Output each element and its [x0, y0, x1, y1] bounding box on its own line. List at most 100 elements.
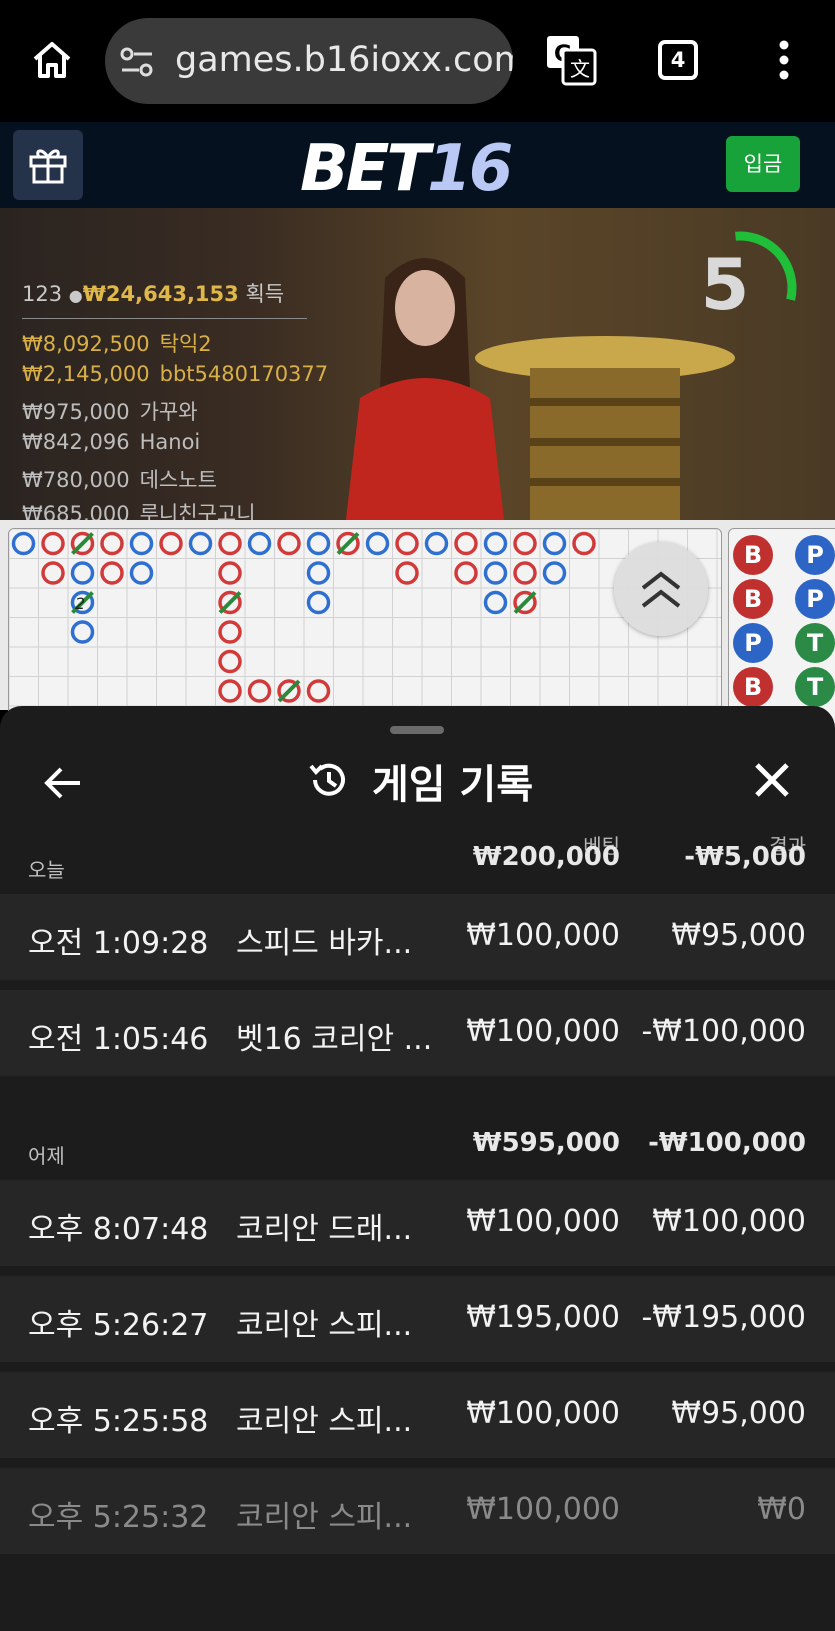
address-bar[interactable]: games.b16ioxx.com/l — [105, 18, 513, 104]
total-winnings: ₩24,643,153 — [82, 282, 239, 306]
day-label: 어제 — [28, 1144, 65, 1168]
entry-amount: ₩2,145,000 — [22, 362, 150, 386]
history-row[interactable]: 오전 1:05:46 벳16 코리안 ... ₩100,000 -₩100,000 — [0, 990, 835, 1076]
player-bead — [70, 561, 95, 585]
banker-bead — [395, 531, 419, 556]
banker-bead — [218, 649, 242, 674]
banker-bead — [454, 531, 478, 556]
bead-plate-cell: P — [733, 623, 773, 663]
person-icon: ● — [68, 286, 83, 305]
row-result: -₩100,000 — [641, 1014, 806, 1049]
leaderboard-entry: ₩975,000 가꾸와 — [22, 396, 198, 426]
banker-bead — [41, 561, 65, 585]
day-result-total: -₩5,000 — [684, 842, 806, 872]
leaderboard-entry: ₩842,096 Hanoi — [22, 430, 200, 454]
history-row[interactable]: 오전 1:09:28 스피드 바카... ₩100,000 ₩95,000 — [0, 894, 835, 980]
tie-count: 2 — [75, 594, 85, 613]
home-icon[interactable] — [30, 38, 74, 82]
banker-bead — [572, 531, 596, 556]
expand-roadmap-button[interactable] — [614, 542, 708, 636]
bead-plate-cell: P — [795, 579, 835, 619]
player-bead — [70, 620, 95, 644]
row-time: 오후 5:26:27 — [28, 1308, 209, 1343]
leaderboard-entry: ₩685,000 루니친구고니 — [22, 498, 256, 520]
history-row[interactable]: 오후 5:25:58 코리안 스피... ₩100,000 ₩95,000 — [0, 1372, 835, 1458]
gift-button[interactable] — [13, 130, 83, 200]
banker-bead — [100, 531, 124, 556]
chevron-double-up-icon — [639, 568, 683, 612]
row-result: ₩95,000 — [671, 1396, 806, 1431]
row-game: 스피드 바카... — [236, 926, 413, 961]
banker-bead — [218, 561, 242, 585]
leaderboard-entry: ₩2,145,000 bbt5480170377 — [22, 362, 328, 386]
history-row[interactable]: 오후 5:25:32 코리안 스피... ₩100,000 ₩0 — [0, 1468, 835, 1554]
bead-plate-cell: T — [795, 667, 835, 707]
back-arrow-icon[interactable] — [42, 762, 84, 804]
bead-plate-cell: P — [795, 535, 835, 575]
row-game: 코리안 스피... — [236, 1404, 413, 1439]
day-bet-total: ₩200,000 — [472, 842, 620, 872]
row-time: 오후 5:25:32 — [28, 1500, 209, 1535]
history-row[interactable]: 오후 8:07:48 코리안 드래... ₩100,000 ₩100,000 — [0, 1180, 835, 1266]
row-result: ₩95,000 — [671, 918, 806, 953]
bead-plate-cell: B — [733, 535, 773, 575]
row-time: 오후 5:25:58 — [28, 1404, 209, 1439]
player-bead — [542, 531, 567, 556]
logo-16: 16 — [427, 132, 513, 206]
player-bead — [129, 561, 154, 585]
countdown-number: 5 — [700, 244, 750, 326]
banker-bead — [159, 531, 183, 556]
banker-bead — [41, 531, 65, 556]
banker-bead — [513, 531, 537, 556]
row-game: 코리안 드래... — [236, 1212, 413, 1247]
bead-plate: BPBPPTBT — [728, 528, 835, 730]
more-vert-icon[interactable] — [772, 40, 796, 80]
entry-name: 가꾸와 — [139, 400, 198, 424]
entry-amount: ₩780,000 — [22, 468, 130, 492]
player-bead — [306, 531, 331, 556]
history-row[interactable]: 오후 5:26:27 코리안 스피... ₩195,000 -₩195,000 — [0, 1276, 835, 1362]
row-time: 오전 1:09:28 — [28, 926, 209, 961]
row-result: ₩0 — [757, 1492, 806, 1527]
gift-icon — [27, 143, 69, 185]
player-bead — [188, 531, 213, 556]
banker-bead — [306, 679, 331, 703]
table-decor — [470, 318, 740, 520]
tabs-icon[interactable]: 4 — [658, 40, 698, 80]
row-game: 코리안 스피... — [236, 1308, 413, 1343]
drag-handle[interactable] — [390, 726, 444, 734]
row-result: -₩195,000 — [641, 1300, 806, 1335]
url-text[interactable]: games.b16ioxx.com/l — [175, 40, 513, 80]
player-bead — [11, 531, 36, 556]
entry-amount: ₩975,000 — [22, 400, 130, 424]
close-icon[interactable] — [752, 760, 792, 800]
bead-plate-cell: T — [795, 623, 835, 663]
banker-bead — [454, 561, 478, 585]
live-dealer-video: 123 ●₩24,643,153 획득 5 ₩8,092,500 탁익2 ₩2,14… — [0, 208, 835, 520]
bead-plate-cell: B — [733, 579, 773, 619]
entry-name: bbt5480170377 — [159, 362, 329, 386]
player-bead — [424, 531, 449, 556]
banker-bead — [100, 561, 124, 585]
row-time: 오전 1:05:46 — [28, 1022, 209, 1057]
entry-name: Hanoi — [139, 430, 201, 454]
logo-bet: BET — [300, 132, 430, 206]
site-logo[interactable]: BET16 — [300, 132, 513, 206]
banker-bead — [218, 679, 242, 703]
entry-amount: ₩842,096 — [22, 430, 130, 454]
site-info-icon[interactable] — [119, 45, 155, 79]
divider — [22, 318, 307, 319]
entry-name: 데스노트 — [139, 468, 217, 492]
translate-icon[interactable]: G文 — [545, 34, 597, 86]
player-count: 123 — [22, 282, 63, 306]
day-result-total: -₩100,000 — [648, 1128, 806, 1158]
deposit-button[interactable]: 입금 — [726, 136, 800, 192]
svg-text:文: 文 — [570, 57, 590, 81]
player-bead — [483, 561, 508, 585]
banker-bead — [277, 531, 301, 556]
entry-amount: ₩8,092,500 — [22, 332, 150, 356]
roadmap-area: 2 BPBPPTBT — [0, 520, 835, 730]
row-time: 오후 8:07:48 — [28, 1212, 209, 1247]
tab-count: 4 — [670, 48, 686, 72]
site-header: BET16 입금 — [0, 122, 835, 208]
